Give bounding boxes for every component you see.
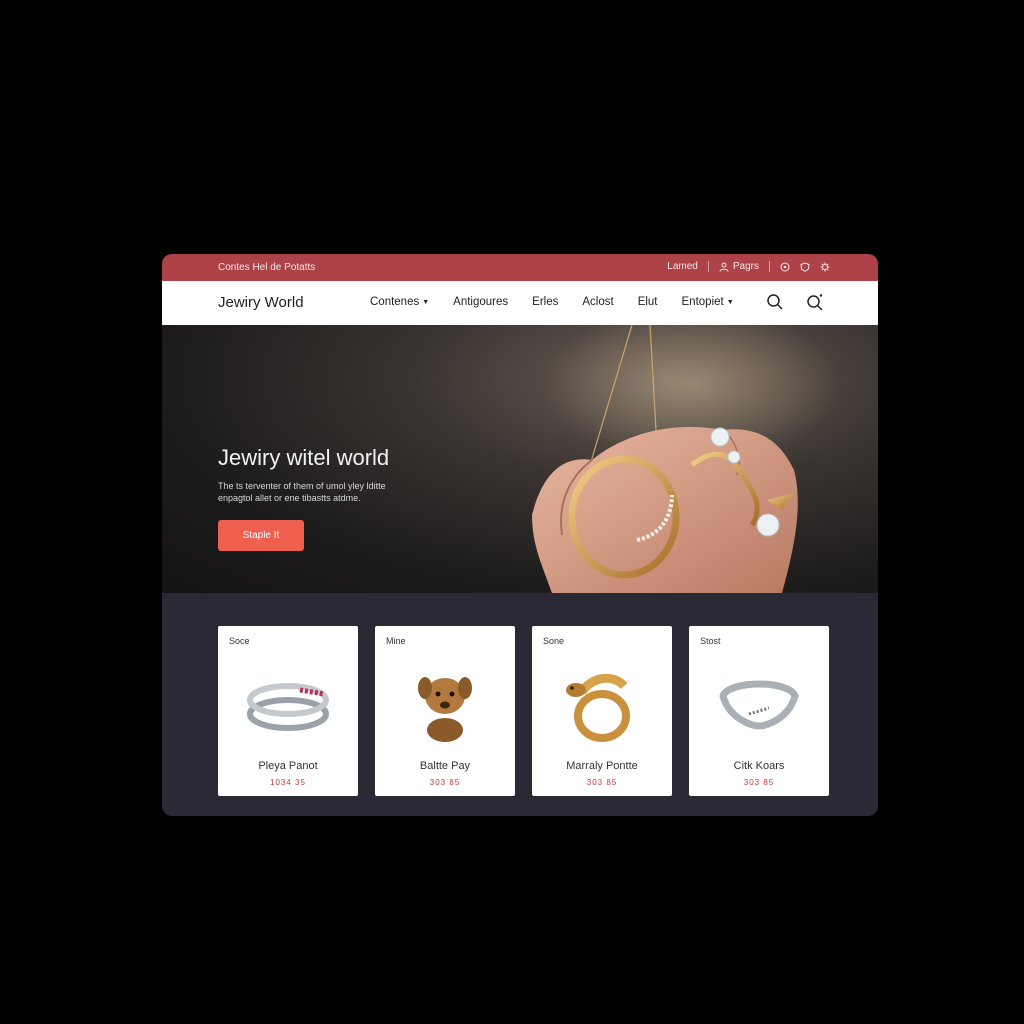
divider — [769, 261, 770, 272]
product-card[interactable]: Sone Marraly Pontte 303 85 — [532, 626, 672, 796]
product-name: Marraly Pontte — [566, 760, 638, 772]
nav-item-antigoures[interactable]: Antigoures — [453, 296, 508, 308]
brand-logo[interactable]: Jewiry World — [218, 294, 304, 311]
hero-subtitle: The ts terventer of them of umol yley ld… — [218, 481, 386, 503]
gold-dog-figurine-image — [418, 677, 472, 742]
main-nav: Jewiry World Contenes ▼ Antigoures Erles… — [162, 281, 878, 325]
nav-item-label: Erles — [532, 296, 559, 308]
product-name: Pleya Panot — [258, 760, 318, 772]
product-card[interactable]: Soce Pleya Panot 1034 35 — [218, 626, 358, 796]
product-name: Baltte Pay — [419, 760, 471, 772]
silver-ruby-ring-image — [247, 683, 329, 731]
gear-icon[interactable] — [820, 262, 830, 272]
search-icon[interactable] — [766, 293, 784, 311]
product-tag: Soce — [229, 636, 250, 646]
nav-menu: Contenes ▼ Antigoures Erles Aclost Elut … — [370, 296, 758, 308]
circle-icon[interactable] — [780, 262, 790, 272]
product-price: 303 85 — [429, 778, 461, 787]
hero-banner: Jewiry witel world The ts terventer of t… — [162, 325, 878, 593]
promo-bar: Contes Hel de Potatts Lamed Pagrs — [162, 254, 878, 281]
nav-item-aclost[interactable]: Aclost — [582, 296, 613, 308]
silver-wave-ring-image — [719, 680, 799, 730]
chevron-down-icon: ▼ — [726, 298, 734, 306]
product-price: 1034 35 — [270, 778, 306, 787]
product-tag: Stost — [700, 636, 721, 646]
top-utility-links: Lamed Pagrs — [667, 261, 830, 272]
divider — [707, 261, 709, 272]
account-link[interactable]: Pagrs — [719, 261, 759, 272]
hero-cta-button[interactable]: Staple It — [218, 520, 304, 551]
nav-item-label: Entopiet — [681, 296, 724, 308]
nav-item-contenes[interactable]: Contenes ▼ — [370, 296, 429, 308]
product-grid: Soce Pleya Panot 1034 35 Mine Baltte Pay… — [218, 626, 829, 796]
nav-item-label: Antigoures — [453, 296, 509, 308]
product-card[interactable]: Stost Citk Koars 303 85 — [689, 626, 829, 796]
product-tag: Mine — [386, 636, 406, 646]
social-icons — [780, 261, 830, 272]
nav-item-elut[interactable]: Elut — [638, 296, 658, 308]
top-link[interactable]: Lamed — [667, 261, 698, 272]
search-alt-icon[interactable] — [806, 293, 824, 311]
chevron-down-icon: ▼ — [422, 298, 430, 306]
account-label: Pagrs — [732, 261, 759, 272]
product-tag: Sone — [543, 636, 565, 646]
product-name: Citk Koars — [733, 760, 785, 772]
hero-title: Jewiry witel world — [218, 445, 390, 470]
gold-serpent-ring-image — [566, 673, 630, 742]
product-price: 303 85 — [586, 778, 618, 787]
user-icon — [719, 262, 729, 272]
product-card[interactable]: Mine Baltte Pay 303 85 — [375, 626, 515, 796]
nav-item-entopiet[interactable]: Entopiet ▼ — [682, 296, 734, 308]
shield-icon[interactable] — [800, 261, 810, 272]
app-window: Contes Hel de Potatts Lamed Pagrs Jewiry… — [162, 254, 878, 816]
promo-text: Contes Hel de Potatts — [218, 262, 316, 273]
nav-item-label: Elut — [637, 296, 658, 308]
hero-jewelry-image — [532, 325, 798, 593]
product-price: 303 85 — [743, 778, 775, 787]
nav-item-label: Aclost — [582, 296, 614, 308]
nav-icon-group — [766, 293, 824, 311]
nav-item-label: Contenes — [370, 296, 420, 308]
nav-item-erles[interactable]: Erles — [532, 296, 558, 308]
